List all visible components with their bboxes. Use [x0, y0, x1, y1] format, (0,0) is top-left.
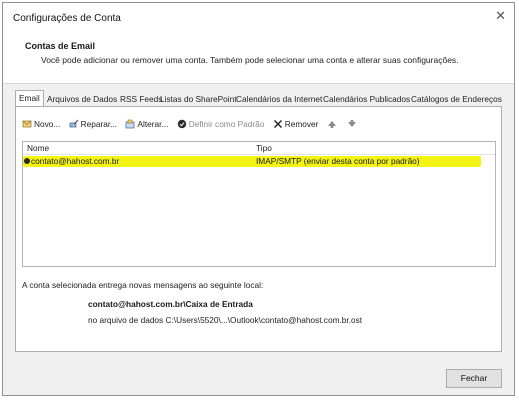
- new-button-label: Novo...: [34, 119, 61, 129]
- toolbar: Novo... Reparar... Alterar... Definir co…: [22, 117, 365, 131]
- arrow-up-icon: [327, 121, 336, 128]
- remove-x-icon: [273, 120, 282, 128]
- list-header: Nome Tipo: [23, 142, 495, 155]
- column-header-name[interactable]: Nome: [27, 143, 49, 153]
- tab-data-files[interactable]: Arquivos de Dados: [44, 92, 120, 106]
- section-description: Você pode adicionar ou remover uma conta…: [41, 55, 459, 65]
- email-tab-panel: Novo... Reparar... Alterar... Definir co…: [15, 106, 502, 352]
- move-up-button[interactable]: [327, 117, 339, 131]
- change-button[interactable]: Alterar...: [125, 117, 168, 131]
- header-section: Contas de Email Você pode adicionar ou r…: [3, 33, 514, 84]
- tab-internet-calendars[interactable]: Calendários da Internet: [233, 92, 325, 106]
- data-file-path: no arquivo de dados C:\Users\5520\...\Ou…: [88, 315, 363, 325]
- account-settings-window: Configurações de Conta ✕ Contas de Email…: [2, 2, 515, 396]
- window-title: Configurações de Conta: [13, 13, 121, 24]
- tab-address-books[interactable]: Catálogos de Endereços: [408, 92, 505, 106]
- change-button-label: Alterar...: [137, 119, 169, 129]
- dialog-footer: Fechar: [3, 363, 514, 395]
- change-icon: [126, 119, 135, 129]
- tab-sharepoint-lists[interactable]: Listas do SharePoint: [157, 92, 240, 106]
- check-circle-icon: [177, 119, 186, 129]
- arrow-down-icon: [348, 120, 357, 127]
- account-name: contato@hahost.com.br: [31, 156, 120, 166]
- title-bar: Configurações de Conta ✕: [3, 3, 514, 33]
- tab-published-calendars[interactable]: Calendários Publicados: [320, 92, 413, 106]
- account-list[interactable]: Nome Tipo contato@hahost.com.br IMAP/SMT…: [22, 141, 496, 267]
- close-icon[interactable]: ✕: [495, 9, 506, 23]
- delivery-info-text: A conta selecionada entrega novas mensag…: [22, 280, 264, 290]
- tab-email[interactable]: Email: [15, 90, 44, 107]
- set-default-button[interactable]: Definir como Padrão: [177, 117, 265, 131]
- move-down-button[interactable]: [347, 117, 359, 131]
- list-item[interactable]: contato@hahost.com.br IMAP/SMTP (enviar …: [23, 155, 495, 167]
- new-account-icon: [22, 120, 32, 128]
- repair-button-label: Reparar...: [80, 119, 118, 129]
- section-title: Contas de Email: [25, 41, 96, 51]
- account-type: IMAP/SMTP (enviar desta conta por padrão…: [256, 156, 420, 166]
- close-button[interactable]: Fechar: [446, 369, 502, 388]
- remove-button[interactable]: Remover: [273, 117, 319, 131]
- set-default-button-label: Definir como Padrão: [188, 119, 265, 129]
- default-account-check-icon: [24, 158, 30, 164]
- repair-button[interactable]: Reparar...: [69, 117, 117, 131]
- new-button[interactable]: Novo...: [22, 117, 60, 131]
- remove-button-label: Remover: [284, 119, 319, 129]
- column-header-type[interactable]: Tipo: [256, 143, 272, 153]
- repair-icon: [69, 119, 79, 128]
- delivery-folder: contato@hahost.com.br\Caixa de Entrada: [88, 299, 253, 309]
